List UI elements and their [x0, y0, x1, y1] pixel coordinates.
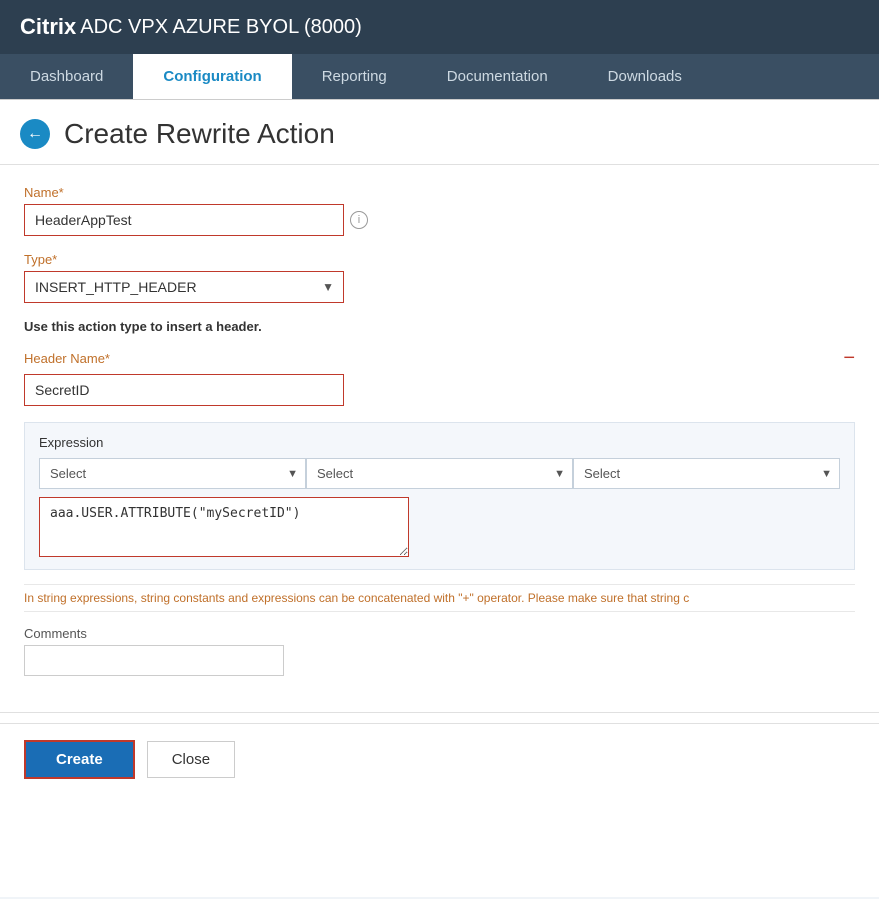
footer-divider [0, 712, 879, 713]
header-name-label: Header Name* [24, 351, 110, 366]
app-title-citrix: Citrix [20, 14, 76, 40]
minus-icon[interactable]: − [843, 348, 855, 368]
type-label: Type* [24, 252, 855, 267]
back-button[interactable]: ← [20, 119, 50, 149]
expression-label: Expression [39, 435, 840, 450]
expression-textarea[interactable]: aaa.USER.ATTRIBUTE("<strong>mySecretID</… [39, 497, 409, 557]
tab-downloads[interactable]: Downloads [578, 54, 712, 99]
tab-dashboard[interactable]: Dashboard [0, 54, 133, 99]
type-select[interactable]: INSERT_HTTP_HEADER DELETE_HTTP_HEADER RE… [24, 271, 344, 303]
header-name-input[interactable] [24, 374, 344, 406]
expr-select3-wrapper: Select ▼ [573, 458, 840, 489]
expr-select1-wrapper: Select ▼ [39, 458, 306, 489]
comments-group: Comments [24, 626, 855, 676]
form-footer: Create Close [0, 723, 879, 795]
nav-tabs: Dashboard Configuration Reporting Docume… [0, 54, 879, 100]
type-select-wrapper: INSERT_HTTP_HEADER DELETE_HTTP_HEADER RE… [24, 271, 344, 303]
name-info-icon[interactable]: i [350, 211, 368, 229]
header-name-group: Header Name* − [24, 348, 855, 406]
expr-select2-wrapper: Select ▼ [306, 458, 573, 489]
info-note: In string expressions, string constants … [24, 584, 855, 612]
name-input[interactable] [24, 204, 344, 236]
app-title-rest: ADC VPX AZURE BYOL (8000) [80, 16, 362, 39]
create-button[interactable]: Create [24, 740, 135, 779]
expression-section: Expression Select ▼ Select ▼ [24, 422, 855, 570]
name-group: Name* i [24, 185, 855, 236]
expression-selects: Select ▼ Select ▼ Select ▼ [39, 458, 840, 489]
action-type-hint: Use this action type to insert a header. [24, 319, 855, 334]
app-header: Citrix ADC VPX AZURE BYOL (8000) [0, 0, 879, 54]
main-content: ← Create Rewrite Action Name* i Type* IN… [0, 100, 879, 897]
close-button[interactable]: Close [147, 741, 235, 778]
expr-select3[interactable]: Select [573, 458, 840, 489]
tab-documentation[interactable]: Documentation [417, 54, 578, 99]
form-area: Name* i Type* INSERT_HTTP_HEADER DELETE_… [0, 165, 879, 702]
comments-input[interactable] [24, 645, 284, 676]
comments-label: Comments [24, 626, 855, 641]
page-title-bar: ← Create Rewrite Action [0, 100, 879, 165]
expr-select1[interactable]: Select [39, 458, 306, 489]
tab-reporting[interactable]: Reporting [292, 54, 417, 99]
expr-select2[interactable]: Select [306, 458, 573, 489]
type-group: Type* INSERT_HTTP_HEADER DELETE_HTTP_HEA… [24, 252, 855, 303]
page-title: Create Rewrite Action [64, 118, 335, 150]
name-label: Name* [24, 185, 855, 200]
expression-textarea-wrapper: aaa.USER.ATTRIBUTE("<strong>mySecretID</… [39, 497, 840, 557]
tab-configuration[interactable]: Configuration [133, 54, 291, 99]
